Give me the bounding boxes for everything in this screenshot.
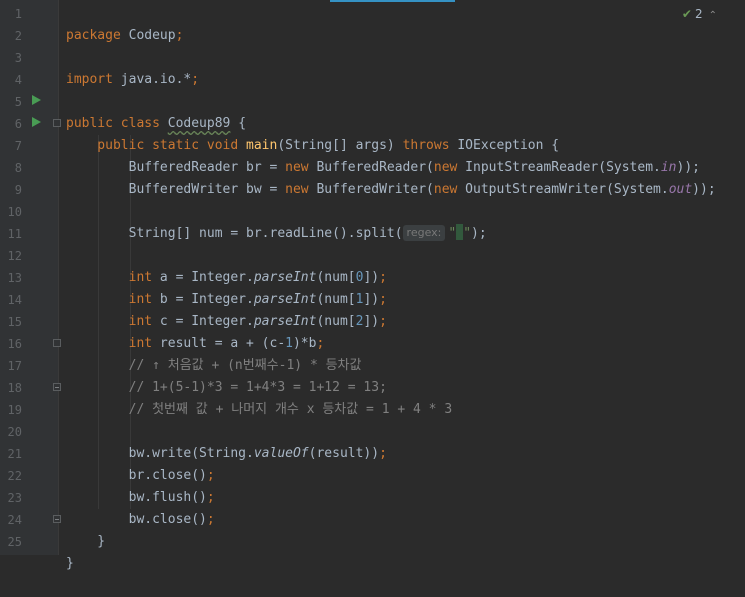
code-line-3: import java.io.*; — [66, 72, 200, 87]
code-line-12: int a = Integer.parseInt(num[0]); — [66, 270, 387, 285]
line-number: 8 — [14, 161, 22, 175]
code-line-16: // ↑ 처음값 + (n번째수-1) * 등차값 — [66, 358, 362, 373]
line-number: 20 — [7, 425, 22, 439]
code-line-24: } — [66, 534, 106, 549]
code-line-15: int result = a + (c-1)*b; — [66, 336, 325, 351]
code-line-23: bw.close(); — [66, 512, 215, 527]
code-line-8: BufferedWriter bw = new BufferedWriter(n… — [66, 182, 716, 197]
line-number: 21 — [7, 447, 22, 461]
code-line-21: br.close(); — [66, 468, 215, 483]
code-line-22: bw.flush(); — [66, 490, 215, 505]
code-line-6: public static void main(String[] args) t… — [66, 138, 560, 153]
line-number: 7 — [14, 139, 22, 153]
code-line-5: public class Codeup89 { — [66, 116, 247, 131]
line-number: 22 — [7, 469, 22, 483]
code-line-10: String[] num = br.readLine().split(regex… — [66, 224, 487, 241]
line-number: 1 — [14, 7, 22, 21]
code-editor[interactable]: package Codeup; import java.io.*; public… — [59, 0, 745, 571]
line-number: 12 — [7, 249, 22, 263]
line-number: 10 — [7, 205, 22, 219]
code-line-18: // 첫번째 값 + 나머지 개수 x 등차값 = 1 + 4 * 3 — [66, 402, 453, 417]
line-number: 19 — [7, 403, 22, 417]
line-number: 4 — [14, 73, 22, 87]
line-number: 17 — [7, 359, 22, 373]
line-number: 5 — [14, 95, 22, 109]
run-class-icon[interactable] — [32, 95, 41, 105]
code-line-25: } — [66, 556, 74, 571]
code-line-1: package Codeup; — [66, 28, 184, 43]
line-number: 18 — [7, 381, 22, 395]
code-line-20: bw.write(String.valueOf(result)); — [66, 446, 387, 461]
run-main-icon[interactable] — [32, 117, 41, 127]
line-number: 2 — [14, 29, 22, 43]
line-number: 9 — [14, 183, 22, 197]
code-line-7: BufferedReader br = new BufferedReader(n… — [66, 160, 700, 175]
line-number: 16 — [7, 337, 22, 351]
line-number: 23 — [7, 491, 22, 505]
line-number: 6 — [14, 117, 22, 131]
line-number: 11 — [7, 227, 22, 241]
line-number: 25 — [7, 535, 22, 549]
line-number: 13 — [7, 271, 22, 285]
line-number: 14 — [7, 293, 22, 307]
code-line-13: int b = Integer.parseInt(num[1]); — [66, 292, 387, 307]
line-number: 3 — [14, 51, 22, 65]
line-number: 24 — [7, 513, 22, 527]
param-hint: regex: — [402, 225, 446, 241]
line-number: 15 — [7, 315, 22, 329]
code-line-17: // 1+(5-1)*3 = 1+4*3 = 1+12 = 13; — [66, 380, 387, 395]
code-line-14: int c = Integer.parseInt(num[2]); — [66, 314, 387, 329]
